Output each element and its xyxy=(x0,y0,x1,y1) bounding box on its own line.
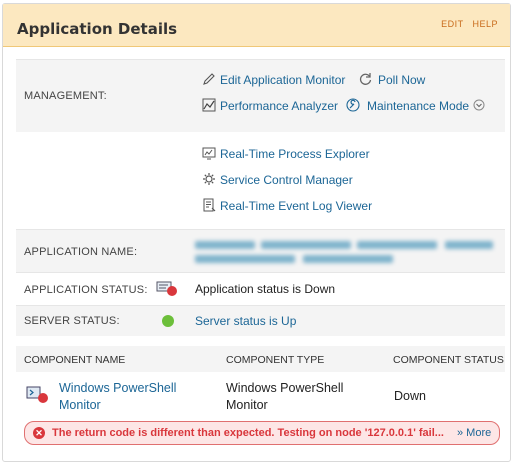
close-circle-icon: ✕ xyxy=(33,427,45,439)
edit-link[interactable]: EDIT xyxy=(441,19,463,29)
management-label: MANAGEMENT: xyxy=(24,90,107,102)
application-status-label: APPLICATION STATUS: xyxy=(24,284,148,296)
edit-application-monitor-link[interactable]: Edit Application Monitor xyxy=(220,73,345,87)
application-name-value-redacted xyxy=(195,238,495,266)
refresh-icon xyxy=(359,73,372,85)
component-type-line1: Windows PowerShell xyxy=(226,381,344,395)
panel-title: Application Details xyxy=(17,20,178,38)
more-link[interactable]: » More xyxy=(457,427,491,439)
application-name-label: APPLICATION NAME: xyxy=(24,246,138,258)
component-name-link[interactable]: Windows PowerShell Monitor xyxy=(59,380,176,414)
server-status-link[interactable]: Server status is Up xyxy=(195,314,296,328)
poll-now-link[interactable]: Poll Now xyxy=(378,73,425,87)
divider xyxy=(16,59,505,60)
server-status-label: SERVER STATUS: xyxy=(24,315,120,327)
pencil-icon xyxy=(203,73,215,85)
divider xyxy=(16,305,505,306)
help-link[interactable]: HELP xyxy=(472,19,498,29)
divider xyxy=(16,272,505,273)
column-header-component-type: COMPONENT TYPE xyxy=(226,354,325,366)
powershell-component-down-icon xyxy=(26,386,48,403)
column-header-component-status: COMPONENT STATUS xyxy=(393,354,504,366)
divider xyxy=(16,229,505,230)
component-name-line1: Windows PowerShell xyxy=(59,381,177,395)
real-time-process-explorer-link[interactable]: Real-Time Process Explorer xyxy=(220,147,370,161)
component-name-line2: Monitor xyxy=(59,398,101,412)
gear-icon xyxy=(203,173,215,185)
panel-header: Application Details EDIT HELP xyxy=(3,4,510,47)
service-control-manager-link[interactable]: Service Control Manager xyxy=(220,173,353,187)
server-status-up-icon xyxy=(162,315,174,327)
performance-icon xyxy=(202,98,216,112)
column-header-component-name: COMPONENT NAME xyxy=(24,354,126,366)
process-explorer-icon xyxy=(202,147,216,160)
wrench-icon xyxy=(346,98,360,112)
event-log-icon xyxy=(203,198,216,212)
component-status: Down xyxy=(394,389,426,403)
component-type-line2: Monitor xyxy=(226,398,268,412)
performance-analyzer-link[interactable]: Performance Analyzer xyxy=(220,99,338,113)
error-message-bar: ✕ The return code is different than expe… xyxy=(24,421,500,445)
maintenance-mode-link[interactable]: Maintenance Mode xyxy=(367,99,469,113)
header-links: EDIT HELP xyxy=(435,19,498,29)
component-type: Windows PowerShell Monitor xyxy=(226,380,343,414)
error-message-text: The return code is different than expect… xyxy=(52,427,444,439)
chevron-down-icon[interactable] xyxy=(473,99,485,111)
application-status-down-icon xyxy=(156,281,177,296)
real-time-event-log-viewer-link[interactable]: Real-Time Event Log Viewer xyxy=(220,199,372,213)
application-status-value: Application status is Down xyxy=(195,282,336,296)
